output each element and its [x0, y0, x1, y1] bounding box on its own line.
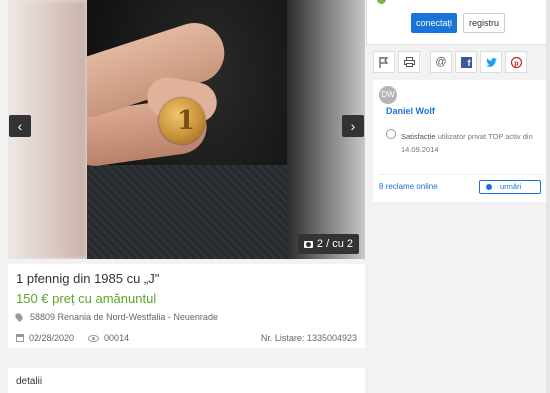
- pinterest-icon: p: [510, 56, 522, 68]
- add-user-icon: [486, 184, 492, 190]
- printer-icon: [403, 57, 415, 67]
- register-button[interactable]: registru: [463, 13, 505, 33]
- follow-label: urmări: [500, 182, 522, 191]
- facebook-share-button[interactable]: f: [455, 51, 477, 73]
- listing-photo[interactable]: 1: [87, 0, 287, 259]
- login-dropdown: conectați registru: [366, 0, 550, 45]
- views-text: 00014: [104, 333, 130, 343]
- listing-price: 150 € preț cu amănuntul: [16, 291, 157, 306]
- listing-title: 1 pfennig din 1985 cu „J": [16, 271, 160, 286]
- smiley-icon: [386, 129, 396, 139]
- gallery-next-button[interactable]: ›: [342, 115, 364, 137]
- svg-text:p: p: [514, 60, 518, 67]
- details-heading: detalii: [16, 376, 43, 387]
- seller-name-link[interactable]: Daniel Wolf: [386, 106, 435, 116]
- status-dot-icon: [377, 0, 386, 4]
- gallery-prev-button[interactable]: ‹: [9, 115, 31, 137]
- action-bar: @ f p: [373, 51, 550, 73]
- listing-card: 1 pfennig din 1985 cu „J" 150 € preț cu …: [8, 264, 365, 348]
- facebook-icon: f: [460, 56, 472, 68]
- details-section: detalii: [8, 368, 365, 393]
- twitter-share-button[interactable]: [480, 51, 502, 73]
- follow-button[interactable]: urmări: [479, 180, 541, 194]
- listing-location: 58809 Renania de Nord-Westfalia - Neuenr…: [14, 312, 218, 322]
- pinterest-share-button[interactable]: p: [505, 51, 527, 73]
- page-scrollbar[interactable]: [546, 0, 550, 393]
- divider: [379, 174, 544, 175]
- seller-card: DW Daniel Wolf Satisfacție utilizator pr…: [373, 80, 550, 202]
- eye-icon: [88, 334, 100, 342]
- image-gallery[interactable]: 1 ‹ › 2 / cu 2: [8, 0, 365, 259]
- satisfaction-label: Satisfacție: [401, 132, 436, 141]
- flag-icon: [379, 56, 389, 68]
- at-icon: @: [435, 56, 447, 68]
- photo-coin: 1: [159, 98, 205, 144]
- seller-ads-link[interactable]: 8 reclame online: [379, 182, 438, 191]
- photo-background-cloth: [87, 165, 287, 259]
- report-flag-button[interactable]: [373, 51, 395, 73]
- location-text: 58809 Renania de Nord-Westfalia - Neuenr…: [30, 312, 218, 322]
- seller-satisfaction: Satisfacție utilizator privat TOP activ …: [401, 130, 547, 156]
- seller-avatar[interactable]: DW: [379, 86, 397, 104]
- listing-reference: Nr. Listare: 1335004923: [260, 333, 357, 343]
- listing-date: 02/28/2020: [16, 333, 74, 343]
- email-share-button[interactable]: @: [430, 51, 452, 73]
- twitter-icon: [485, 57, 497, 67]
- calendar-icon: [16, 334, 24, 342]
- date-text: 02/28/2020: [29, 333, 75, 343]
- image-counter-label: 2 / cu 2: [316, 238, 353, 250]
- camera-icon: [303, 240, 313, 248]
- image-counter: 2 / cu 2: [297, 234, 359, 254]
- print-button[interactable]: [398, 51, 420, 73]
- login-button[interactable]: conectați: [411, 13, 457, 33]
- location-pin-icon: [14, 312, 24, 322]
- listing-meta: 02/28/2020 00014 Nr. Listare: 1335004923: [16, 333, 357, 343]
- listing-views: 00014: [88, 333, 129, 343]
